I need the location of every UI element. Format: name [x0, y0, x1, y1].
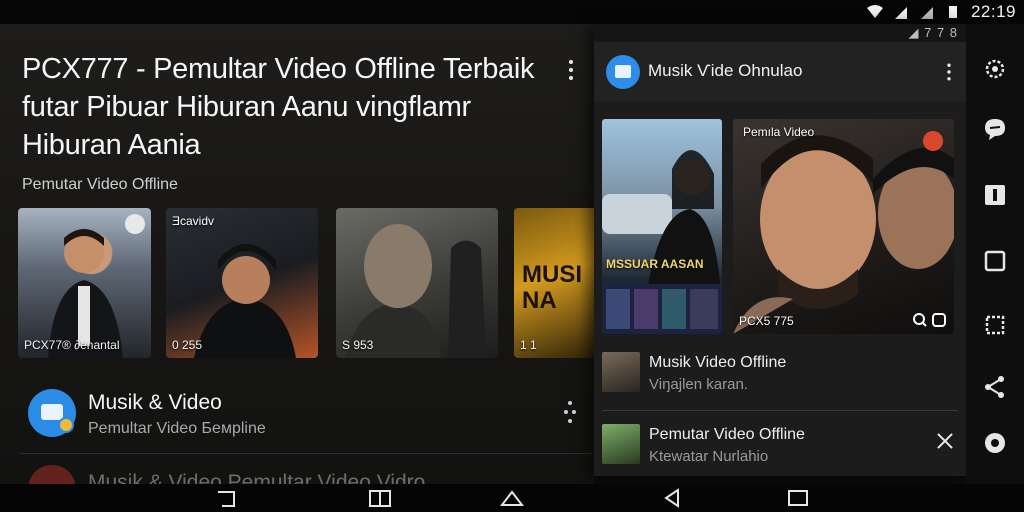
- channel-avatar: [125, 214, 145, 234]
- panel-item-subtitle: Ktewatar Nurlahio: [649, 448, 769, 465]
- recents-icon[interactable]: [786, 488, 810, 508]
- list-item-title: Musik & Video: [88, 391, 222, 414]
- divider: [602, 410, 958, 411]
- split-icon[interactable]: [368, 488, 392, 508]
- panel-more-button[interactable]: [941, 62, 958, 82]
- back-triangle-icon[interactable]: [660, 488, 684, 508]
- dot-icon: [947, 63, 951, 67]
- dot-icon: [569, 60, 573, 64]
- dot-icon: [947, 70, 951, 74]
- panel-video-thumb-2[interactable]: Pemıla Video PCX5 775: [733, 119, 954, 334]
- title-more-button[interactable]: [561, 58, 581, 82]
- panel-list-item[interactable]: Musik Video Offline Viŋajlen karan.: [594, 346, 966, 408]
- signal-icon: [894, 7, 907, 19]
- poster-art-icon: [602, 150, 722, 334]
- settings-gear-icon[interactable]: [982, 56, 1008, 82]
- poster-title: MSSUAR AASAN: [606, 257, 704, 271]
- panel-header: Musik Ѵide Ohnulao: [594, 42, 966, 102]
- close-icon[interactable]: [936, 432, 954, 450]
- video-tag: Ǝcavidv: [172, 214, 215, 228]
- dot-icon: [947, 77, 951, 81]
- person-silhouette-icon: [346, 224, 486, 358]
- thumbnail: [602, 424, 640, 464]
- panel-title: Musik Ѵide Ohnulao: [648, 61, 803, 80]
- list-item[interactable]: Musik & Video Pemultar Video Бемpline: [0, 379, 594, 455]
- video-thumb-2[interactable]: Ǝcavidv 0 255: [166, 208, 318, 358]
- record-icon[interactable]: [982, 430, 1008, 456]
- video-thumb-3[interactable]: S 953: [336, 208, 498, 358]
- side-panel: ◢ 7 7 8 Musik Ѵide Ohnulao MSSUAR AASAN: [594, 24, 966, 476]
- list-item-title: Musik & Video Pemultar Video Vidro: [88, 471, 426, 484]
- video-tag: MUSI NA: [522, 261, 582, 314]
- zoom-icon[interactable]: [912, 312, 948, 328]
- screenshot-icon[interactable]: [982, 312, 1008, 338]
- share-icon[interactable]: [982, 374, 1008, 400]
- dot-icon: [569, 76, 573, 80]
- dot-icon: [569, 68, 573, 72]
- app-icon: [28, 465, 76, 484]
- panel-video-thumb-1[interactable]: MSSUAR AASAN: [602, 119, 722, 334]
- clock: 22:19: [970, 2, 1016, 21]
- main-content: PCX777 - Pemultar Video Offline Terbaik …: [0, 24, 594, 484]
- home-icon[interactable]: [500, 488, 524, 508]
- info-icon[interactable]: [982, 182, 1008, 208]
- status-bar: 22:19: [0, 0, 1024, 24]
- page-subtitle: Pemutar Video Offline: [22, 176, 178, 193]
- app-icon: [28, 389, 76, 437]
- panel-item-title: Musik Video Offline: [649, 354, 787, 371]
- video-label: Pemıla Video: [743, 125, 815, 139]
- status-icons: 22:19: [866, 2, 1016, 22]
- person-silhouette-icon: [194, 244, 296, 358]
- video-caption: 1 1: [520, 338, 537, 352]
- page-title: PCX777 - Pemultar Video Offline Terbaik …: [22, 53, 535, 161]
- app-icon: [606, 55, 640, 89]
- person-silhouette-icon: [733, 131, 954, 334]
- wifi-icon: [866, 5, 883, 18]
- navigation-bar: [0, 484, 1024, 512]
- panel-item-subtitle: Viŋajlen karan.: [649, 376, 748, 393]
- panel-list-item[interactable]: Pemutar Video Offline Ktewatar Nurlahio: [594, 418, 966, 480]
- drag-handle-icon[interactable]: [564, 401, 576, 425]
- thumbnail: [602, 352, 640, 392]
- square-icon[interactable]: [982, 248, 1008, 274]
- signal-2-icon: [920, 7, 933, 19]
- battery-icon: [948, 6, 957, 18]
- divider: [20, 453, 594, 454]
- list-item-subtitle: Pemultar Video Бемpline: [88, 420, 266, 437]
- video-caption: PCX77® ∂enantal: [24, 338, 120, 352]
- tool-rail: [966, 24, 1024, 484]
- chat-bubble-icon[interactable]: [982, 116, 1008, 142]
- back-icon[interactable]: [214, 488, 238, 508]
- video-carousel: PCX77® ∂enantal Ǝcavidv 0 255 S 953 MUSI…: [18, 208, 594, 358]
- video-caption: 0 255: [172, 338, 203, 352]
- video-caption: S 953: [342, 338, 374, 352]
- panel-status-text: ◢ 7 7 8: [908, 25, 958, 40]
- list-item[interactable]: Musik & Video Pemultar Video Vidro: [0, 461, 594, 484]
- video-thumb-1[interactable]: PCX77® ∂enantal: [18, 208, 151, 358]
- video-caption: PCX5 775: [739, 314, 794, 328]
- panel-status: ◢ 7 7 8: [594, 24, 966, 42]
- video-thumb-4[interactable]: MUSI NA 1 1: [514, 208, 594, 358]
- panel-item-title: Pemutar Video Offline: [649, 426, 805, 443]
